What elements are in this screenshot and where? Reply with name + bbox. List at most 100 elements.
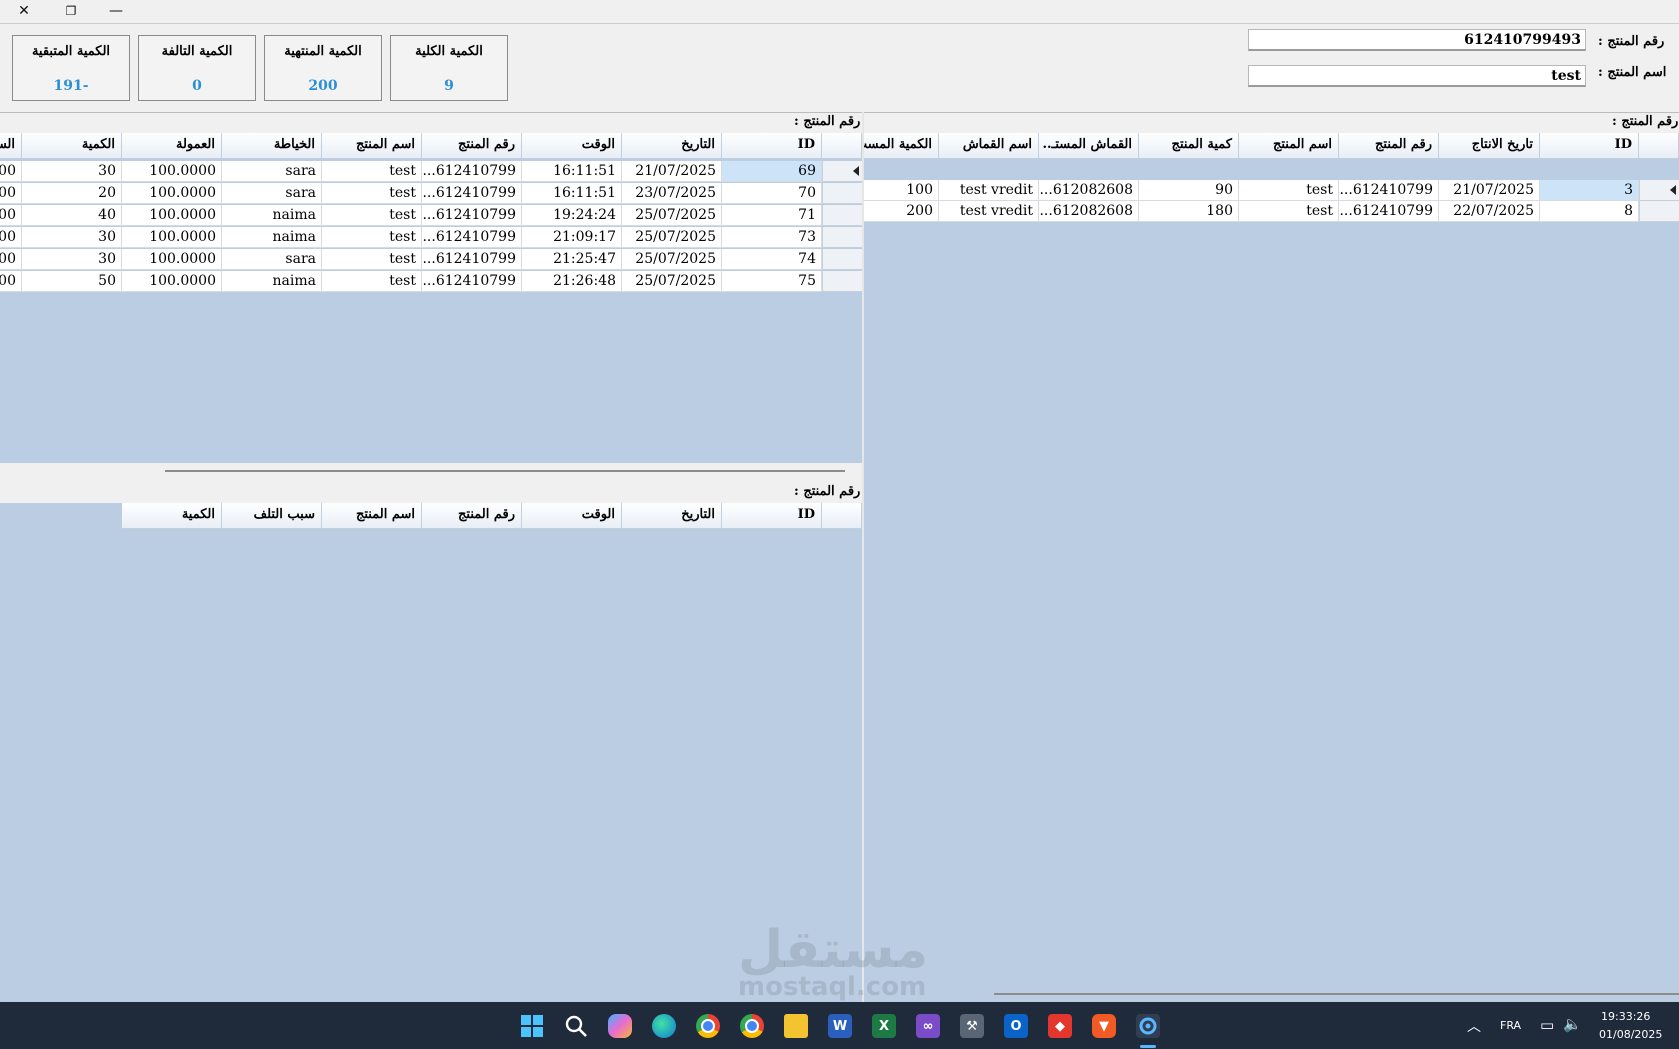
anydesk-icon[interactable]: ◆	[1048, 1014, 1072, 1038]
chrome-icon[interactable]	[696, 1014, 720, 1038]
table-cell[interactable]: 75	[722, 271, 822, 292]
column-header[interactable]: اسم المنتج	[1239, 133, 1339, 159]
network-icon[interactable]: ▭	[1540, 1016, 1554, 1034]
file-explorer-icon[interactable]	[784, 1014, 808, 1038]
table-cell[interactable]: 74	[722, 249, 822, 270]
column-header[interactable]: ID	[1540, 133, 1639, 159]
table-cell[interactable]: 00	[0, 227, 22, 248]
table-cell[interactable]: 71	[722, 205, 822, 226]
table-cell[interactable]: sara	[222, 249, 322, 270]
table-cell[interactable]: 50	[22, 271, 122, 292]
copilot-icon[interactable]	[608, 1014, 632, 1038]
product-number-field[interactable]: 612410799493	[1248, 29, 1586, 51]
table-cell[interactable]: test	[322, 271, 422, 292]
table-cell[interactable]: 00	[0, 161, 22, 182]
table-cell[interactable]: 69	[722, 161, 822, 182]
product-name-field[interactable]: test	[1248, 65, 1586, 87]
column-header[interactable]: اسم المنتج	[322, 133, 422, 159]
table-cell[interactable]: ...612082608	[1039, 201, 1139, 222]
language-indicator[interactable]: FRA	[1500, 1019, 1521, 1032]
row-selector[interactable]	[822, 249, 862, 270]
table-cell[interactable]: 21:09:17	[522, 227, 622, 248]
table-cell[interactable]: test	[1239, 201, 1339, 222]
row-selector[interactable]	[822, 227, 862, 248]
column-header[interactable]: اسم المنتج	[322, 503, 422, 529]
word-icon[interactable]: W	[828, 1014, 852, 1038]
row-selector[interactable]	[822, 161, 862, 182]
table-cell[interactable]: 19:24:24	[522, 205, 622, 226]
column-header[interactable]: رقم المنتج	[1339, 133, 1439, 159]
search-icon[interactable]	[564, 1014, 588, 1038]
damage-grid[interactable]: ID التاريخ الوقت رقم المنتج اسم المنتج س…	[0, 503, 862, 1002]
column-header[interactable]: الوقت	[522, 503, 622, 529]
column-header[interactable]: سبب التلف	[222, 503, 322, 529]
clock-date[interactable]: 01/08/2025	[1599, 1028, 1662, 1041]
table-cell[interactable]: 21/07/2025	[1439, 180, 1540, 201]
column-header[interactable]: كمية المنتج	[1139, 133, 1239, 159]
row-selector[interactable]	[822, 205, 862, 226]
table-cell[interactable]: test	[322, 249, 422, 270]
row-selector[interactable]	[822, 271, 862, 292]
column-header[interactable]: اسم القماش	[939, 133, 1039, 159]
vertical-splitter[interactable]	[862, 112, 864, 1002]
row-selector[interactable]	[1639, 180, 1679, 201]
table-cell[interactable]: 16:11:51	[522, 183, 622, 204]
table-cell[interactable]: ...612410799	[422, 249, 522, 270]
table-cell[interactable]: 100.0000	[122, 271, 222, 292]
table-cell[interactable]: 40	[22, 205, 122, 226]
table-cell[interactable]: 200	[864, 201, 939, 222]
table-cell[interactable]: test	[1239, 180, 1339, 201]
table-cell[interactable]: 20	[22, 183, 122, 204]
table-cell[interactable]: 25/07/2025	[622, 227, 722, 248]
chrome-icon[interactable]	[740, 1014, 764, 1038]
column-header[interactable]: الكمية	[122, 503, 222, 529]
table-cell[interactable]: 73	[722, 227, 822, 248]
column-header[interactable]: الوقت	[522, 133, 622, 159]
row-selector[interactable]	[822, 183, 862, 204]
table-cell[interactable]: 100.0000	[122, 249, 222, 270]
table-cell[interactable]: 00	[0, 205, 22, 226]
table-cell[interactable]: 23/07/2025	[622, 183, 722, 204]
outlook-icon[interactable]: O	[1004, 1014, 1028, 1038]
column-header[interactable]: الخياطة	[222, 133, 322, 159]
table-cell[interactable]: naima	[222, 227, 322, 248]
volume-icon[interactable]: 🔈	[1563, 1015, 1582, 1033]
table-cell[interactable]: naima	[222, 271, 322, 292]
column-header[interactable]: تاريخ الانتاج	[1439, 133, 1540, 159]
table-cell[interactable]: 30	[22, 249, 122, 270]
table-cell[interactable]: ...612410799	[422, 183, 522, 204]
table-cell[interactable]: 00	[0, 183, 22, 204]
minimize-button[interactable]: —	[94, 0, 138, 22]
table-cell[interactable]: ...612410799	[422, 227, 522, 248]
horizontal-scrollbar[interactable]	[994, 993, 1679, 995]
visual-studio-icon[interactable]: ∞	[916, 1014, 940, 1038]
column-header[interactable]: العمولة	[122, 133, 222, 159]
table-cell[interactable]: 21:25:47	[522, 249, 622, 270]
close-button[interactable]: ✕	[2, 0, 46, 22]
table-cell[interactable]: sara	[222, 183, 322, 204]
table-cell[interactable]: ...612410799	[1339, 201, 1439, 222]
chevron-up-icon[interactable]: ︿	[1467, 1016, 1481, 1036]
table-cell[interactable]: test	[322, 161, 422, 182]
table-cell[interactable]: ...612082608	[1039, 180, 1139, 201]
column-header[interactable]: القماش المستـ..	[1039, 133, 1139, 159]
table-cell[interactable]: 90	[1139, 180, 1239, 201]
production-grid[interactable]: ID تاريخ الانتاج رقم المنتج اسم المنتج ك…	[864, 133, 1679, 1002]
horizontal-scrollbar[interactable]	[165, 470, 845, 472]
column-header[interactable]: الكمية المست	[864, 133, 939, 159]
column-header[interactable]: رقم المنتج	[422, 503, 522, 529]
table-cell[interactable]: 25/07/2025	[622, 271, 722, 292]
table-cell[interactable]: 100.0000	[122, 227, 222, 248]
table-cell[interactable]: test	[322, 205, 422, 226]
table-cell[interactable]: 100	[864, 180, 939, 201]
table-cell[interactable]: 30	[22, 227, 122, 248]
table-cell[interactable]: 8	[1540, 201, 1639, 222]
table-cell[interactable]: 100.0000	[122, 205, 222, 226]
table-cell[interactable]: 25/07/2025	[622, 249, 722, 270]
table-cell[interactable]: test	[322, 183, 422, 204]
edge-icon[interactable]	[652, 1014, 676, 1038]
table-cell[interactable]: test vredit	[939, 180, 1039, 201]
tailoring-grid[interactable]: ID التاريخ الوقت رقم المنتج اسم المنتج ا…	[0, 133, 862, 463]
column-header[interactable]: ID	[722, 133, 822, 159]
table-cell[interactable]: 00	[0, 271, 22, 292]
